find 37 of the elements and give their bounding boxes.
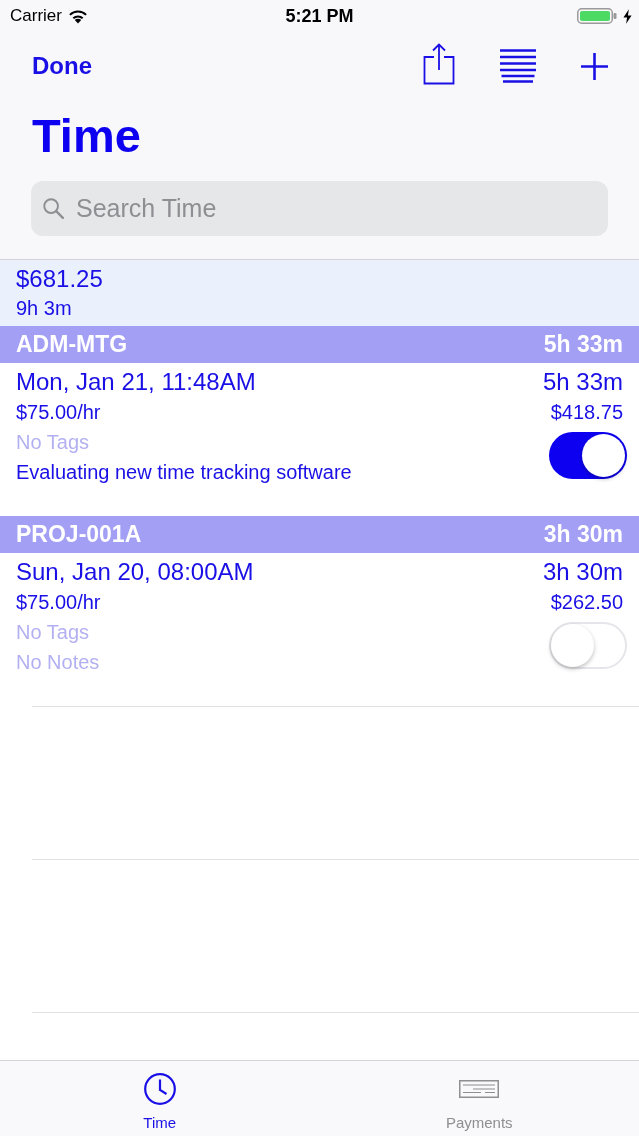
total-amount: $681.25: [16, 264, 104, 294]
group-total: 5h 33m: [543, 331, 623, 358]
entry-tags: No Tags: [16, 427, 352, 457]
page-title: Time: [31, 108, 142, 164]
total-duration: 9h 3m: [16, 296, 73, 321]
battery-icon: [577, 8, 617, 24]
clock-icon: [143, 1073, 176, 1105]
done-button[interactable]: Done: [32, 52, 92, 80]
group-name: PROJ-001A: [16, 521, 142, 548]
plus-icon: [581, 52, 608, 80]
group-name: ADM-MTG: [16, 331, 128, 358]
tab-button[interactable]: Time: [0, 1061, 320, 1136]
search-field[interactable]: Search Time: [31, 181, 608, 236]
group-total: 3h 30m: [543, 521, 623, 548]
entry-duration: 5h 33m: [542, 367, 623, 397]
entry-date: Mon, Jan 21, 11:48AM: [16, 367, 257, 397]
hourly-rate: $75.00/hr: [16, 590, 102, 615]
list-icon: [500, 49, 536, 83]
entry-date: Sun, Jan 20, 08:00AM: [16, 557, 254, 587]
entry-amount: $418.75: [550, 400, 623, 425]
wifi-icon: [67, 8, 88, 24]
list-button[interactable]: [500, 49, 536, 83]
search-icon: [43, 198, 64, 219]
entry-notes: Evaluating new time tracking software: [16, 460, 352, 485]
charging-bolt-icon: [623, 8, 632, 24]
status-time: 5:21 PM: [285, 5, 354, 27]
toggle-switch[interactable]: [549, 622, 627, 669]
card-icon: [459, 1080, 500, 1098]
carrier-label: Carrier: [10, 6, 62, 26]
entry-amount: $262.50: [550, 590, 623, 615]
entry-tags: No Tags: [16, 617, 254, 647]
hourly-rate: $75.00/hr: [16, 400, 102, 425]
entry-duration: 3h 30m: [542, 557, 623, 587]
toggle-switch[interactable]: [549, 432, 627, 479]
add-button[interactable]: [581, 52, 608, 80]
share-icon: [423, 43, 455, 85]
entry-notes: No Notes: [16, 650, 101, 675]
